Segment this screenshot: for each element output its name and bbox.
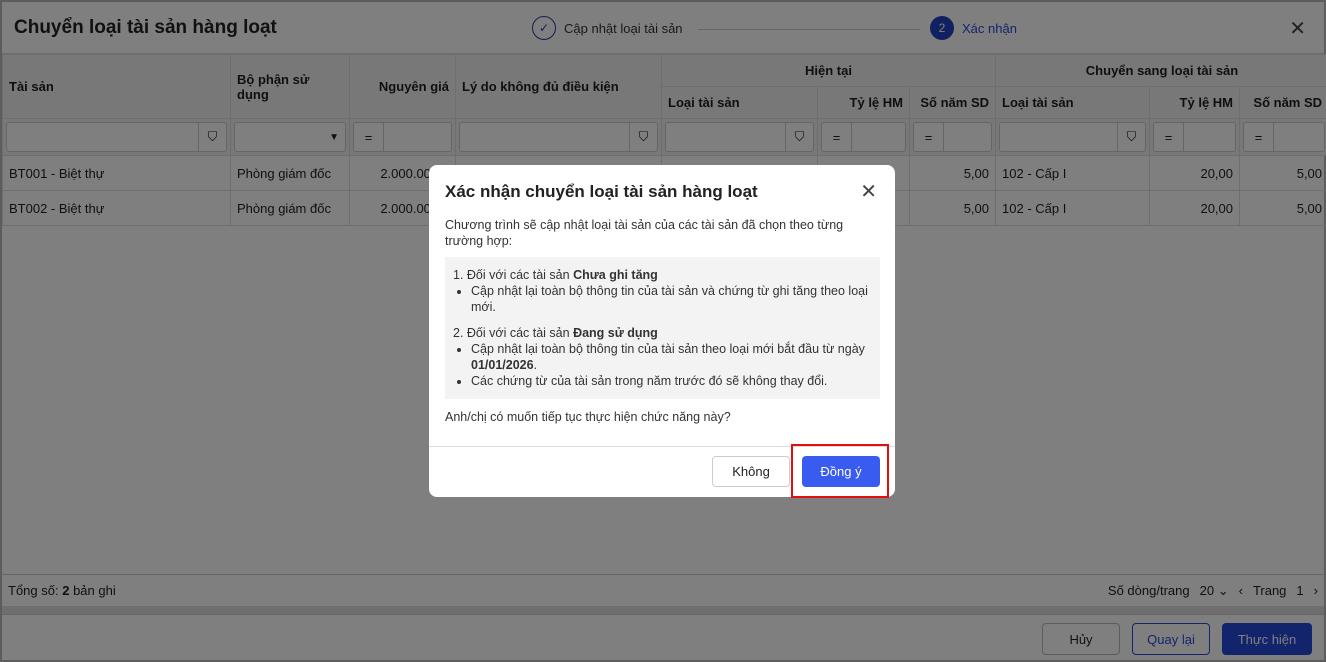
dialog-question: Anh/chị có muốn tiếp tục thực hiện chức … [445,410,731,424]
cases-box: 1. Đối với các tài sản Chưa ghi tăng Cập… [445,257,880,399]
no-button[interactable]: Không [712,456,790,487]
case-2-bullet-1: Cập nhật lại toàn bộ thông tin của tài s… [471,341,872,373]
case-1-heading: 1. Đối với các tài sản Chưa ghi tăng [453,268,658,282]
case-2-heading: 2. Đối với các tài sản Đang sử dụng [453,326,658,340]
case-1-bullet: Cập nhật lại toàn bộ thông tin của tài s… [471,283,872,315]
case-2-bullet-2: Các chứng từ của tài sản trong năm trước… [471,373,872,389]
dialog-intro: Chương trình sẽ cập nhật loại tài sản củ… [445,218,844,248]
dialog-close-icon[interactable]: ✕ [860,179,877,204]
dialog-title: Xác nhận chuyển loại tài sản hàng loạt [445,182,758,201]
dialog-body: Chương trình sẽ cập nhật loại tài sản củ… [445,217,880,425]
highlight-box [791,444,889,498]
